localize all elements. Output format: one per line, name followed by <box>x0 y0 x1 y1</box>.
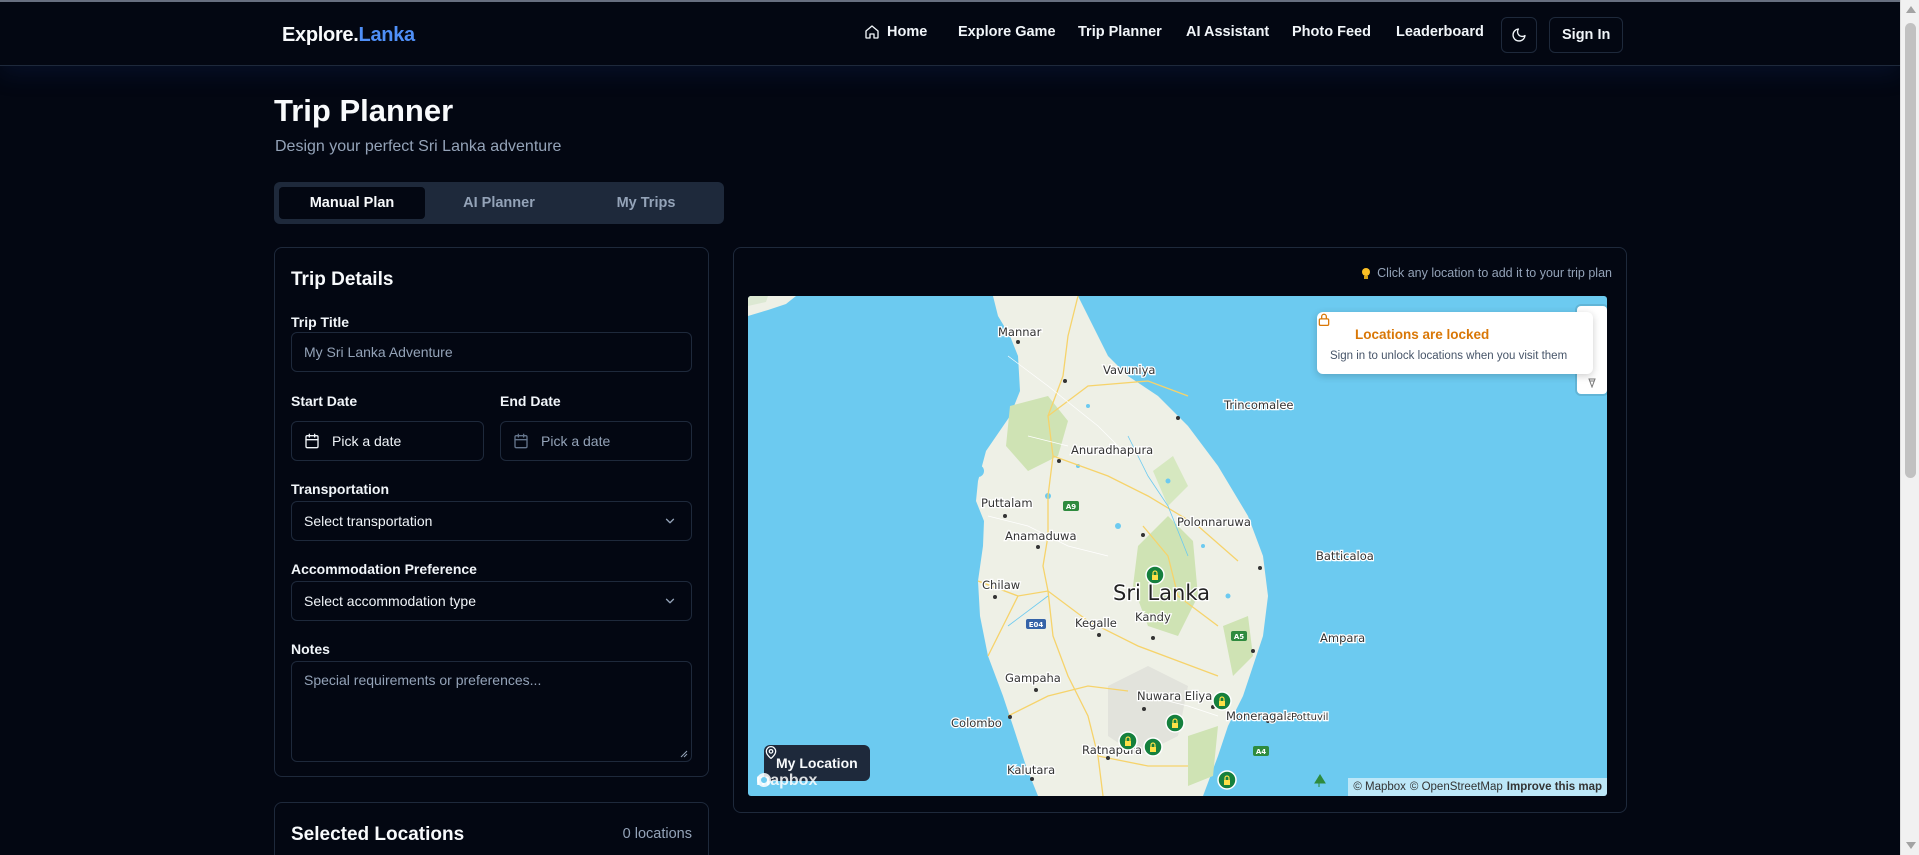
lightbulb-icon <box>1362 267 1371 279</box>
place-label: Chilaw <box>982 578 1020 592</box>
resize-handle-icon[interactable] <box>679 749 688 758</box>
trip-title-label: Trip Title <box>291 314 350 330</box>
map-pin-icon <box>765 746 777 759</box>
selected-locations-title: Selected Locations <box>291 824 465 845</box>
place-label: Ampara <box>1320 631 1365 645</box>
tab-my-trips[interactable]: My Trips <box>573 187 719 219</box>
page-title: Trip Planner <box>274 93 454 128</box>
page-subtitle: Design your perfect Sri Lanka adventure <box>275 138 562 155</box>
locked-location-marker[interactable] <box>1165 713 1185 733</box>
road-shield-a4: A4 <box>1256 748 1266 756</box>
place-label: Polonnaruwa <box>1177 515 1251 529</box>
road-shield-e04: E04 <box>1029 621 1044 629</box>
place-label: Puttalam <box>981 496 1033 510</box>
home-icon <box>865 25 879 39</box>
notes-label: Notes <box>291 641 330 657</box>
nav-explore-game[interactable]: Explore Game <box>958 24 1056 40</box>
chevron-down-icon <box>665 518 675 524</box>
my-location-label: My Location <box>776 755 858 771</box>
place-label: Gampaha <box>1005 671 1061 685</box>
scroll-thumb[interactable] <box>1905 23 1916 478</box>
locked-location-marker[interactable] <box>1143 737 1163 757</box>
end-date-picker[interactable]: Pick a date <box>500 421 692 461</box>
mapbox-icon <box>757 773 771 787</box>
place-label: Anamaduwa <box>1005 529 1077 543</box>
selected-locations-count: 0 locations <box>622 826 692 842</box>
sign-in-button[interactable]: Sign In <box>1549 17 1624 53</box>
map-attribution: © Mapbox © OpenStreetMap Improve this ma… <box>1348 778 1607 796</box>
transportation-select[interactable]: Select transportation <box>291 501 692 541</box>
top-navbar: Explore.Lanka Home Explore Game Trip Pla… <box>0 2 1900 66</box>
moon-icon <box>1512 28 1526 42</box>
notes-placeholder: Special requirements or preferences... <box>304 672 542 688</box>
tab-manual-plan[interactable]: Manual Plan <box>279 187 425 219</box>
theme-toggle-button[interactable] <box>1501 17 1537 53</box>
attribution-osm[interactable]: © OpenStreetMap <box>1410 781 1503 793</box>
start-date-label: Start Date <box>291 393 358 409</box>
place-label: Trincomalee <box>1223 398 1294 412</box>
road-shield-a9: A9 <box>1066 503 1076 511</box>
locked-text: Sign in to unlock locations when you vis… <box>1330 350 1568 362</box>
place-label: Nuwara Eliya <box>1137 689 1212 703</box>
place-label: Kandy <box>1135 610 1171 624</box>
lock-icon <box>1318 313 1330 326</box>
transportation-value: Select transportation <box>304 513 433 529</box>
scroll-up-arrow[interactable] <box>1906 6 1916 13</box>
transportation-label: Transportation <box>291 481 390 497</box>
map-card: Click any location to add it to your tri… <box>733 247 1627 813</box>
end-date-value: Pick a date <box>541 433 611 449</box>
place-label: Colombo <box>951 716 1002 730</box>
locked-title: Locations are locked <box>1355 327 1490 342</box>
trip-details-card: Trip Details Trip Title My Sri Lanka Adv… <box>274 247 709 777</box>
start-date-value: Pick a date <box>332 433 402 449</box>
calendar-icon <box>514 433 528 449</box>
nav-leaderboard[interactable]: Leaderboard <box>1396 24 1484 40</box>
park-icon <box>1314 774 1326 787</box>
locations-locked-popup: Locations are locked Sign in to unlock l… <box>1317 312 1593 374</box>
nav-home[interactable]: Home <box>864 24 927 40</box>
accommodation-value: Select accommodation type <box>304 593 476 609</box>
place-label: Batticaloa <box>1316 549 1374 563</box>
compass-icon[interactable] <box>1586 376 1598 388</box>
trip-title-input[interactable]: My Sri Lanka Adventure <box>291 332 692 372</box>
calendar-icon <box>305 433 319 449</box>
road-shield-a5: A5 <box>1234 633 1244 641</box>
locked-location-marker[interactable] <box>1212 691 1232 711</box>
locked-location-marker[interactable] <box>1145 565 1165 585</box>
nav-ai-assistant[interactable]: AI Assistant <box>1186 24 1269 40</box>
nav-trip-planner[interactable]: Trip Planner <box>1078 24 1162 40</box>
chevron-down-icon <box>665 598 675 604</box>
place-label: Vavuniya <box>1103 363 1155 377</box>
page-scrollbar[interactable] <box>1900 0 1919 855</box>
place-label: Anuradhapura <box>1071 443 1153 457</box>
place-label: Kegalle <box>1075 616 1117 630</box>
planner-tabs: Manual Plan AI Planner My Trips <box>274 182 724 224</box>
accommodation-label: Accommodation Preference <box>291 561 477 577</box>
tab-ai-planner[interactable]: AI Planner <box>426 187 572 219</box>
map-hint: Click any location to add it to your tri… <box>1360 266 1612 280</box>
notes-textarea[interactable]: Special requirements or preferences... <box>291 661 692 762</box>
locked-location-marker[interactable] <box>1217 770 1237 790</box>
trip-details-title: Trip Details <box>291 269 394 290</box>
logo[interactable]: Explore.Lanka <box>282 24 415 47</box>
place-label: Pottuvil <box>1291 712 1328 723</box>
map-view[interactable]: A9 E04 A5 A4 Mannar Vavuniya Trincomalee… <box>748 296 1607 796</box>
place-label: Kalutara <box>1007 763 1055 777</box>
nav-photo-feed[interactable]: Photo Feed <box>1292 24 1371 40</box>
mapbox-logo[interactable]: mapbox <box>756 772 817 790</box>
country-label: Sri Lanka <box>1113 581 1210 605</box>
selected-locations-card: Selected Locations 0 locations <box>274 802 709 855</box>
attribution-mapbox[interactable]: © Mapbox <box>1353 781 1406 793</box>
end-date-label: End Date <box>500 393 561 409</box>
improve-map-link[interactable]: Improve this map <box>1507 781 1602 793</box>
place-label: Moneragala <box>1226 709 1294 723</box>
scroll-down-arrow[interactable] <box>1906 842 1916 849</box>
map-hint-text: Click any location to add it to your tri… <box>1377 266 1612 280</box>
start-date-picker[interactable]: Pick a date <box>291 421 484 461</box>
place-label: Mannar <box>998 325 1042 339</box>
accommodation-select[interactable]: Select accommodation type <box>291 581 692 621</box>
locked-location-marker[interactable] <box>1118 731 1138 751</box>
nav-home-label: Home <box>887 24 928 40</box>
